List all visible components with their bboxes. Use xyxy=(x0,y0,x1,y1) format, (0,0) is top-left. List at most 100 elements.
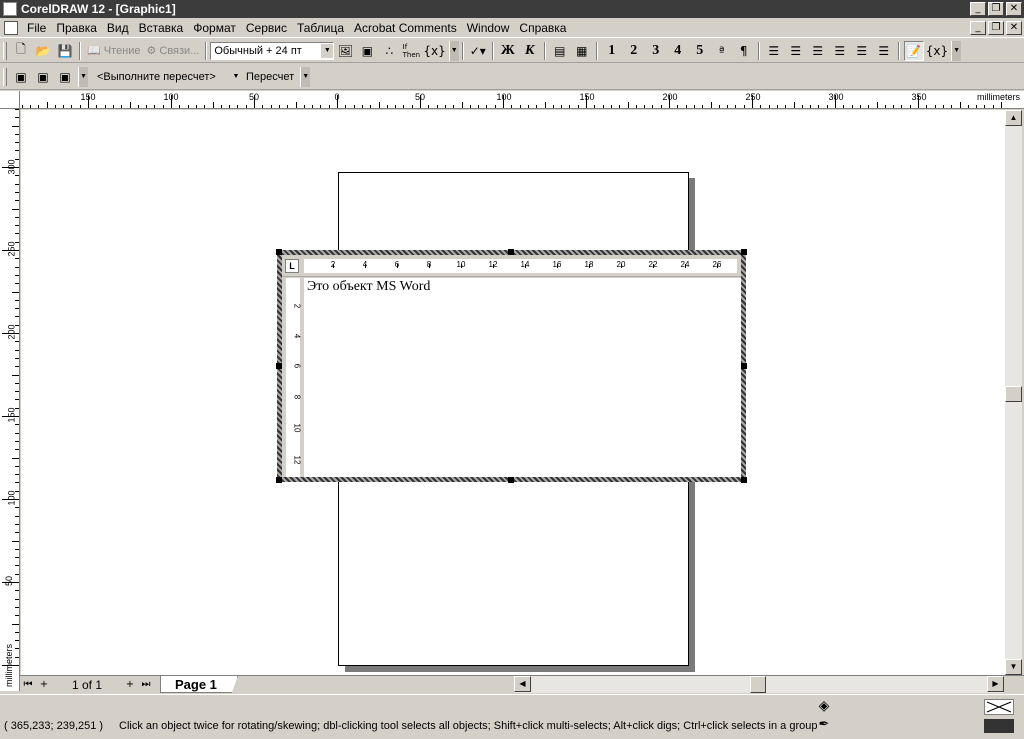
word-ruler-strip[interactable]: 2 4 6 8 10 12 14 16 18 20 22 24 26 xyxy=(304,259,737,273)
image-icon[interactable]: ▣ xyxy=(357,41,377,61)
insert-picture-icon[interactable]: 🖼 xyxy=(335,41,355,61)
horizontal-ruler[interactable]: 150 100 50 0 50 100 150 200 250 300 350 … xyxy=(20,91,1024,109)
horizontal-scrollbar[interactable]: ◀ ▶ xyxy=(514,676,1004,693)
toolbar-grip[interactable] xyxy=(3,41,7,60)
field-codes-button[interactable]: {x} xyxy=(423,41,445,61)
formula-icon[interactable]: ∴ xyxy=(379,41,399,61)
bold-button[interactable]: Ж xyxy=(498,41,518,61)
field-codes-button-2[interactable]: {x} xyxy=(926,41,948,61)
resize-handle-s[interactable] xyxy=(508,477,514,483)
form-icon-2[interactable]: ▣ xyxy=(33,67,53,87)
tab-selector-button[interactable]: L xyxy=(285,259,299,273)
new-document-icon[interactable]: 🗋 xyxy=(11,41,31,61)
menu-help[interactable]: Справка xyxy=(514,21,571,35)
numbered-list-icon[interactable]: ☰ xyxy=(764,41,784,61)
heading2-button[interactable]: 2 xyxy=(624,41,644,61)
doc-minimize-button[interactable]: _ xyxy=(970,20,986,35)
toolbar-grip[interactable] xyxy=(3,67,7,86)
last-page-icon[interactable]: ⏭ xyxy=(139,678,153,692)
resize-handle-se[interactable] xyxy=(741,477,747,483)
menu-window[interactable]: Window xyxy=(462,21,515,35)
fill-color-swatch[interactable] xyxy=(984,699,1014,715)
paragraph-style-icon[interactable]: ¶ xyxy=(734,41,754,61)
form-icon-3[interactable]: ▣ xyxy=(55,67,75,87)
resize-handle-w[interactable] xyxy=(276,363,282,369)
heading4-button[interactable]: 4 xyxy=(668,41,688,61)
resize-handle-n[interactable] xyxy=(508,249,514,255)
word-document-text[interactable]: Это объект MS Word xyxy=(307,279,430,295)
outline-pen-icon[interactable]: ✒ xyxy=(816,717,832,733)
minimize-button[interactable]: _ xyxy=(970,2,986,16)
scroll-up-icon[interactable]: ▲ xyxy=(1005,110,1022,126)
first-page-icon[interactable]: ⏮ xyxy=(21,678,35,692)
heading1-button[interactable]: 1 xyxy=(602,41,622,61)
toolbar-overflow-icon-2[interactable]: ▼ xyxy=(951,40,962,61)
ruler-origin-corner[interactable] xyxy=(0,91,20,109)
int-icon[interactable]: ▤ xyxy=(550,41,570,61)
scroll-left-icon[interactable]: ◀ xyxy=(514,676,531,692)
outline-color-swatch[interactable] xyxy=(984,719,1014,733)
menu-edit[interactable]: Правка xyxy=(51,21,102,35)
menu-format[interactable]: Формат xyxy=(188,21,241,35)
resize-handle-nw[interactable] xyxy=(276,249,282,255)
menu-acrobat-comments[interactable]: Acrobat Comments xyxy=(349,21,462,35)
read-button[interactable]: 📖 Чтение xyxy=(85,41,142,61)
spelling-icon[interactable]: ✓▾ xyxy=(468,41,488,61)
style-combo[interactable]: Обычный + 24 пт ▼ xyxy=(210,41,335,60)
word-horizontal-ruler[interactable]: L 2 4 6 8 10 12 14 16 18 20 22 24 26 xyxy=(282,255,741,277)
if-then-icon[interactable]: If Then xyxy=(401,41,421,61)
resize-handle-e[interactable] xyxy=(741,363,747,369)
heading5-button[interactable]: 5 xyxy=(690,41,710,61)
italic-button[interactable]: К xyxy=(520,41,540,61)
com-icon[interactable]: ▦ xyxy=(572,41,592,61)
menu-view[interactable]: Вид xyxy=(102,21,134,35)
menu-insert[interactable]: Вставка xyxy=(134,21,189,35)
word-vruler-strip[interactable]: 2 4 6 8 10 12 xyxy=(286,278,302,477)
menu-file[interactable]: File xyxy=(22,21,51,35)
toolbar-overflow-icon-2[interactable]: ▼ xyxy=(300,66,311,87)
form-icon-1[interactable]: ▣ xyxy=(11,67,31,87)
horizontal-scroll-thumb[interactable] xyxy=(750,676,766,693)
word-document-area[interactable]: Это объект MS Word xyxy=(304,278,741,477)
heading3-button[interactable]: 3 xyxy=(646,41,666,61)
doc-close-button[interactable]: ✕ xyxy=(1006,20,1022,35)
add-page-before-icon[interactable]: + xyxy=(37,678,51,692)
embedded-word-object[interactable]: L 2 4 6 8 10 12 14 16 18 20 22 24 26 2 4… xyxy=(276,249,747,483)
char-style-icon[interactable]: ª xyxy=(712,41,732,61)
recalc-combo[interactable]: <Выполните пересчет> ▼ xyxy=(94,67,242,86)
word-editor[interactable]: L 2 4 6 8 10 12 14 16 18 20 22 24 26 2 4… xyxy=(282,255,741,477)
page-tab[interactable]: Page 1 xyxy=(160,676,238,693)
resize-handle-sw[interactable] xyxy=(276,477,282,483)
scroll-right-icon[interactable]: ▶ xyxy=(987,676,1004,692)
menu-tools[interactable]: Сервис xyxy=(241,21,292,35)
vertical-scrollbar[interactable]: ▲ ▼ xyxy=(1005,110,1022,675)
bulleted-list-icon[interactable]: ☰ xyxy=(808,41,828,61)
add-page-after-icon[interactable]: + xyxy=(123,678,137,692)
toolbar-overflow-icon[interactable]: ▼ xyxy=(448,40,459,61)
drawing-canvas[interactable]: L 2 4 6 8 10 12 14 16 18 20 22 24 26 2 4… xyxy=(21,110,1005,675)
save-icon[interactable]: 💾 xyxy=(55,41,75,61)
chevron-down-icon[interactable]: ▼ xyxy=(321,43,334,58)
vertical-ruler[interactable]: 300 250 200 150 100 50 millimeters xyxy=(0,109,20,691)
fill-bucket-icon[interactable]: ◈ xyxy=(816,698,832,714)
menu-table[interactable]: Таблица xyxy=(292,21,349,35)
word-vertical-ruler[interactable]: 2 4 6 8 10 12 xyxy=(282,278,304,477)
decrease-indent-icon[interactable]: ☰ xyxy=(830,41,850,61)
open-folder-icon[interactable]: 📂 xyxy=(33,41,53,61)
close-button[interactable]: ✕ xyxy=(1006,2,1022,16)
vertical-scroll-thumb[interactable] xyxy=(1005,386,1022,402)
resize-handle-ne[interactable] xyxy=(741,249,747,255)
coreldraw-app-icon[interactable] xyxy=(3,2,17,16)
toolbar-overflow-icon[interactable]: ▼ xyxy=(78,66,88,87)
doc-restore-button[interactable]: ❐ xyxy=(988,20,1004,35)
document-icon[interactable] xyxy=(4,20,18,35)
increase-indent-icon[interactable]: ☰ xyxy=(852,41,872,61)
multilevel-list-icon[interactable]: ☰ xyxy=(786,41,806,61)
list-style-icon[interactable]: ☰ xyxy=(874,41,894,61)
restore-button[interactable]: ❐ xyxy=(988,2,1004,16)
scroll-down-icon[interactable]: ▼ xyxy=(1005,659,1022,675)
document-map-icon[interactable]: 📝 xyxy=(903,40,924,61)
recalc-button[interactable]: Пересчет xyxy=(243,67,297,87)
links-button[interactable]: ⚙ Связи... xyxy=(144,41,201,61)
chevron-down-icon[interactable]: ▼ xyxy=(230,69,242,84)
